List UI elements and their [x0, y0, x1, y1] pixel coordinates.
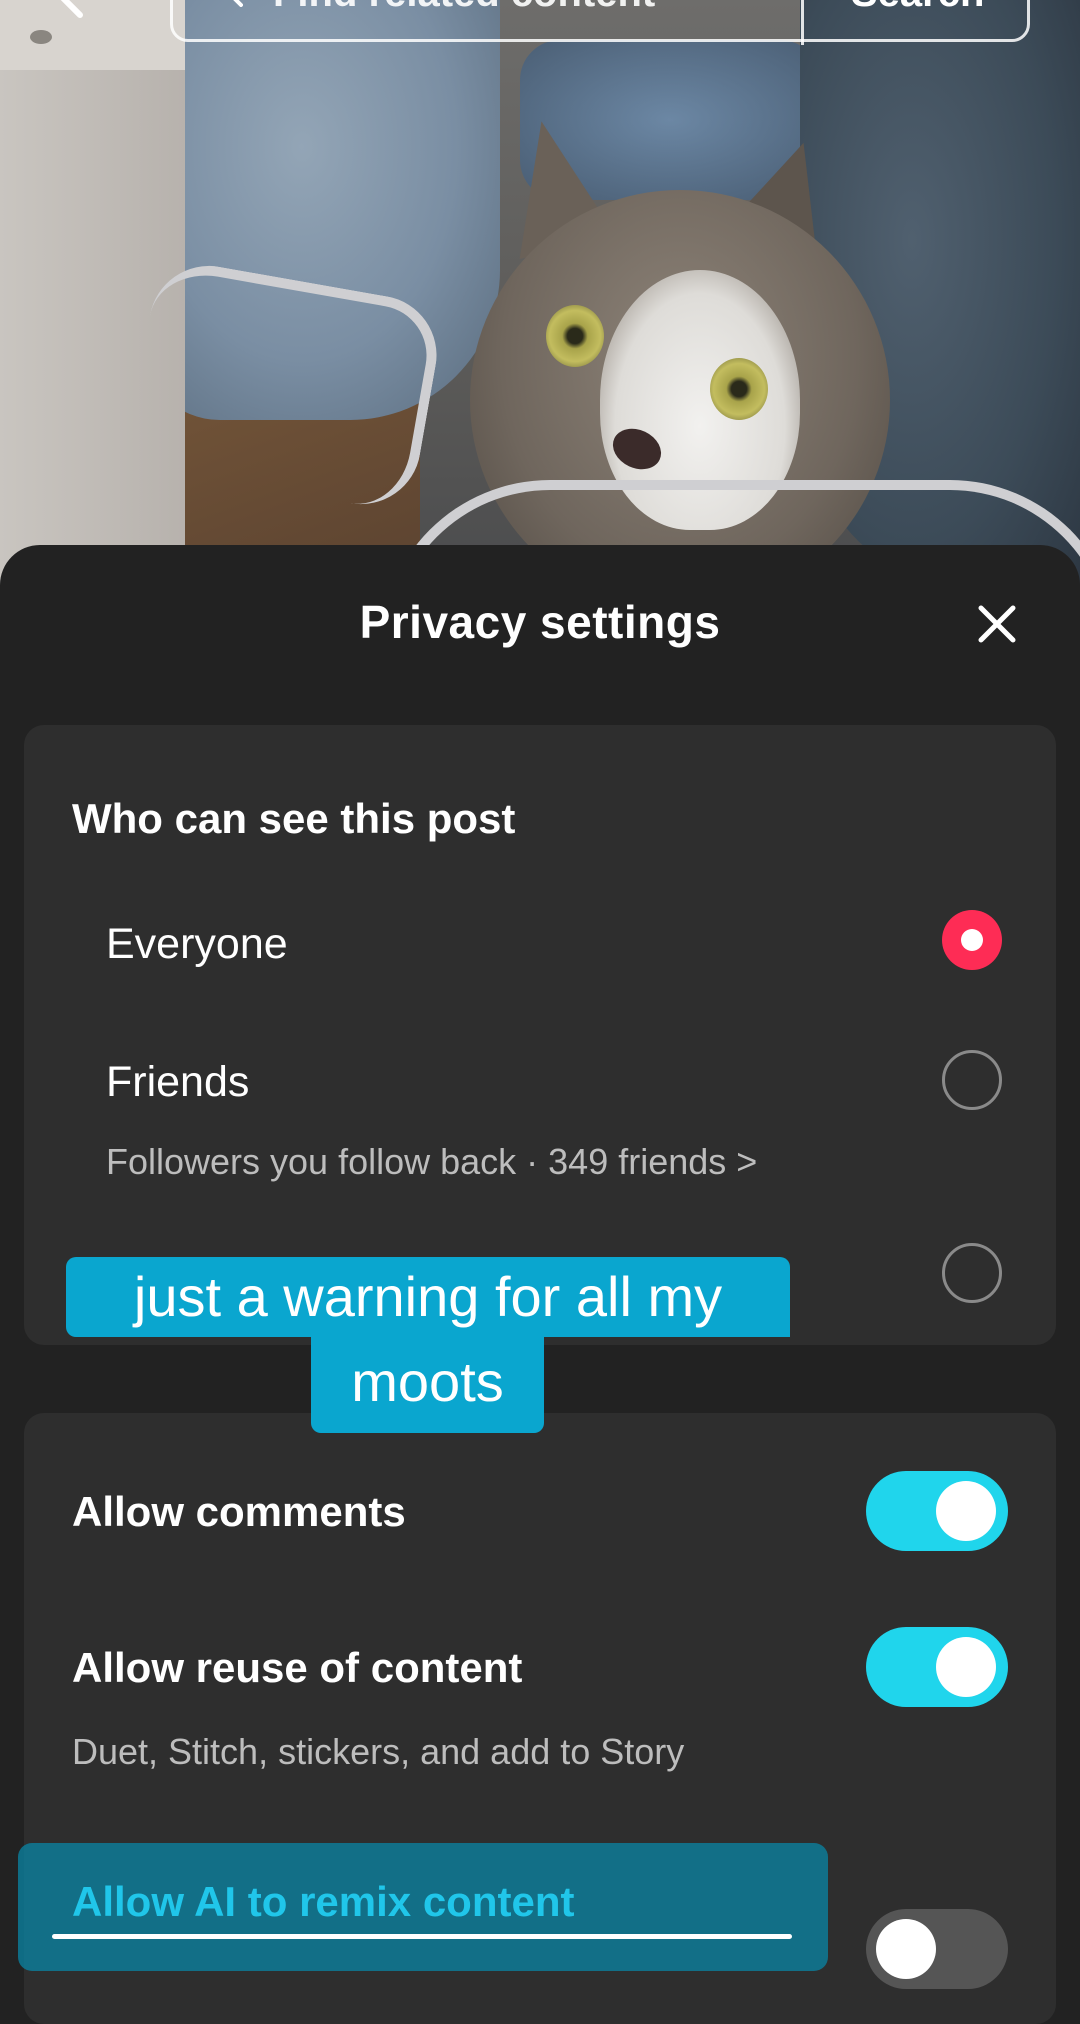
search-button[interactable]: Search — [851, 0, 984, 13]
cat-eye-left — [546, 305, 604, 367]
allow-ai-remix-toggle[interactable] — [866, 1909, 1008, 1989]
caption-line-2: moots — [311, 1337, 544, 1433]
caption-line-1: just a warning for all my — [66, 1257, 790, 1337]
sheet-title: Privacy settings — [359, 596, 721, 648]
toggle-knob — [936, 1481, 996, 1541]
search-field[interactable]: Find related content Search — [170, 0, 1030, 45]
toggle-knob — [876, 1919, 936, 1979]
allow-reuse-toggle[interactable] — [866, 1627, 1008, 1707]
allow-reuse-label: Allow reuse of content — [72, 1644, 523, 1691]
search-icon — [233, 0, 243, 7]
search-divider — [801, 0, 804, 45]
friends-subtitle[interactable]: Followers you follow back · 349 friends … — [106, 1141, 757, 1183]
cat-eye-right — [710, 358, 768, 420]
video-background — [0, 0, 1080, 600]
back-arrow-icon[interactable] — [50, 0, 90, 20]
allow-comments-toggle[interactable] — [866, 1471, 1008, 1551]
radio-only-you[interactable] — [942, 1243, 1002, 1303]
toggle-knob — [936, 1637, 996, 1697]
underline-annotation — [52, 1934, 792, 1939]
visibility-card: Who can see this post Everyone Friends F… — [24, 725, 1056, 1345]
allow-comments-label: Allow comments — [72, 1488, 406, 1535]
allow-reuse-subtitle: Duet, Stitch, stickers, and add to Story — [72, 1731, 685, 1772]
allow-ai-remix-label: Allow AI to remix content — [72, 1878, 575, 1925]
radio-everyone[interactable] — [942, 910, 1002, 970]
visibility-section-title: Who can see this post — [72, 795, 516, 842]
radio-friends[interactable] — [942, 1050, 1002, 1110]
option-friends-label: Friends — [106, 1058, 250, 1106]
search-placeholder: Find related content — [273, 0, 655, 13]
top-search-bar: Find related content Search — [0, 0, 1080, 50]
close-icon[interactable] — [973, 600, 1021, 648]
option-everyone-label: Everyone — [106, 920, 288, 968]
